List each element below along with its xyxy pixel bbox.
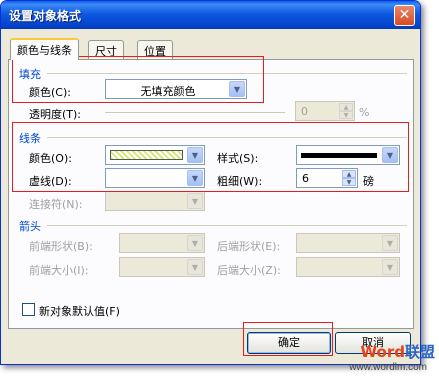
line-color-swatch (110, 150, 183, 160)
begin-size-label: 前端大小(I): (29, 264, 89, 277)
fill-heading: 填充 (19, 68, 41, 81)
line-style-select[interactable]: ▼ (296, 145, 400, 165)
end-size-select[interactable]: ▼ (296, 257, 400, 277)
chevron-down-icon: ▼ (382, 235, 398, 251)
chevron-down-icon: ▼ (382, 147, 398, 163)
tab-label: 颜色与线条 (17, 44, 72, 57)
end-style-select[interactable]: ▼ (296, 233, 400, 253)
ok-button[interactable]: 确定 (247, 332, 331, 354)
spinner-arrows-icon[interactable]: ▲ ▼ (339, 103, 353, 119)
fill-color-label: 颜色(C): (29, 86, 71, 99)
chevron-down-icon: ▼ (382, 259, 398, 275)
format-object-dialog: 设置对象格式 ✕ 颜色与线条 尺寸 位置 填充 颜色(C): 无填充颜色 ▼ 透… (0, 0, 421, 365)
chevron-down-icon: ▼ (187, 193, 203, 209)
line-style-preview (301, 153, 377, 158)
transparency-slider[interactable] (105, 112, 285, 114)
tab-label: 尺寸 (95, 45, 117, 58)
default-checkbox[interactable] (22, 303, 35, 316)
line-weight-value: 6 (302, 172, 309, 185)
fill-color-select[interactable]: 无填充颜色 ▼ (105, 79, 247, 99)
line-weight-label: 粗细(W): (217, 175, 263, 188)
fill-color-value: 无填充颜色 (140, 85, 196, 98)
tab-panel: 填充 颜色(C): 无填充颜色 ▼ 透明度(T): 0 ▲ ▼ % 线条 颜色(O… (8, 59, 414, 329)
begin-style-label: 前端形状(B): (29, 240, 93, 253)
tab-label: 位置 (144, 45, 166, 58)
line-separator (47, 137, 407, 138)
watermark-logo: Word联盟 (360, 343, 435, 361)
transparency-label: 透明度(T): (29, 108, 82, 121)
line-heading: 线条 (19, 132, 41, 145)
chevron-down-icon: ▼ (187, 259, 203, 275)
begin-size-select[interactable]: ▼ (119, 257, 205, 277)
watermark-url: www.wordlm.com (349, 362, 427, 373)
end-style-label: 后端形状(E): (217, 240, 281, 253)
arrows-separator (47, 225, 407, 226)
tab-colors-and-lines[interactable]: 颜色与线条 (10, 38, 79, 60)
line-color-select[interactable]: ▼ (105, 145, 205, 165)
line-weight-unit: 磅 (363, 175, 374, 188)
dash-select[interactable]: ▼ (105, 168, 205, 188)
arrows-heading: 箭头 (19, 220, 41, 233)
percent-sign: % (359, 106, 370, 119)
default-checkbox-label[interactable]: 新对象默认值(F) (39, 303, 120, 319)
line-style-label: 样式(S): (217, 152, 259, 165)
ok-button-label: 确定 (278, 336, 300, 349)
chevron-down-icon: ▼ (187, 147, 203, 163)
tab-size[interactable]: 尺寸 (88, 40, 124, 59)
title-bar[interactable]: 设置对象格式 ✕ (1, 1, 420, 29)
dash-label: 虚线(D): (29, 175, 72, 188)
line-weight-spinner[interactable]: 6 ▲ ▼ (296, 168, 358, 188)
chevron-down-icon: ▼ (187, 235, 203, 251)
chevron-down-icon: ▼ (229, 81, 245, 97)
dialog-title: 设置对象格式 (9, 9, 82, 23)
spinner-arrows-icon[interactable]: ▲ ▼ (342, 170, 356, 186)
connector-label: 连接符(N): (29, 198, 83, 211)
end-size-label: 后端大小(Z): (217, 264, 281, 277)
tab-position[interactable]: 位置 (137, 40, 173, 59)
transparency-spinner[interactable]: 0 ▲ ▼ (295, 101, 355, 121)
begin-style-select[interactable]: ▼ (119, 233, 205, 253)
close-icon[interactable]: ✕ (394, 5, 415, 26)
line-color-label: 颜色(O): (29, 152, 72, 165)
connector-select[interactable]: ▼ (105, 191, 205, 211)
chevron-down-icon: ▼ (187, 170, 203, 186)
transparency-value: 0 (301, 105, 308, 118)
fill-separator (47, 73, 407, 74)
